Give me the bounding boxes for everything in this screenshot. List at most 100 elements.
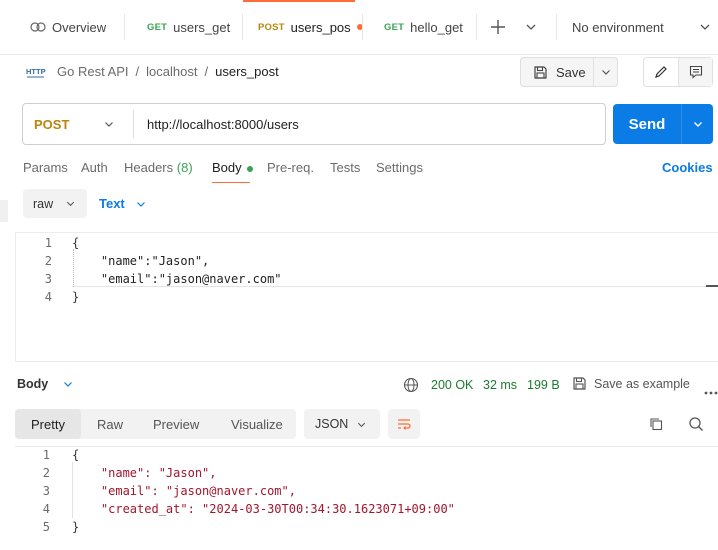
tabs-overflow-button[interactable]: [524, 20, 538, 34]
breadcrumb-request-name[interactable]: users_post: [215, 64, 279, 79]
json-line: "created_at": "2024-03-30T00:34:30.16230…: [72, 502, 455, 516]
response-section-toggle[interactable]: Body: [17, 377, 74, 391]
search-icon: [689, 417, 703, 431]
send-options-button[interactable]: [682, 104, 713, 144]
line-number: 4: [44, 290, 52, 304]
save-as-example-button[interactable]: Save as example: [572, 376, 690, 391]
send-button[interactable]: Send: [613, 104, 681, 144]
tab-divider: [124, 14, 125, 40]
wrap-lines-icon: [398, 419, 411, 430]
tab-headers-label: Headers: [124, 160, 174, 175]
new-tab-button[interactable]: [488, 17, 508, 37]
response-status[interactable]: 200 OK: [431, 378, 473, 392]
overview-icon: [30, 22, 46, 32]
comment-icon: [689, 65, 702, 79]
environment-selector[interactable]: No environment: [572, 14, 718, 40]
tab-settings[interactable]: Settings: [376, 160, 423, 175]
method-badge: GET: [384, 21, 405, 33]
tab-params[interactable]: Params: [23, 160, 68, 175]
code-line: "email":"jason@naver.com": [72, 272, 282, 286]
headers-count-badge: (8): [176, 160, 193, 175]
plus-icon: [491, 20, 505, 34]
line-number: 1: [42, 448, 50, 462]
tab-label: hello_get: [410, 19, 463, 35]
request-body-editor[interactable]: [15, 232, 718, 362]
code-line: }: [72, 290, 80, 304]
tab-users-get[interactable]: GET users_get: [147, 14, 230, 40]
method-value: POST: [34, 116, 70, 132]
wrap-lines-button[interactable]: [388, 409, 420, 439]
send-button-group: Send: [613, 104, 713, 144]
method-badge: GET: [147, 21, 168, 33]
chevron-down-icon: [601, 70, 610, 75]
save-button[interactable]: Save: [521, 58, 593, 86]
active-line-highlight: [72, 286, 718, 287]
tab-divider: [556, 14, 557, 40]
active-tab-indicator: [243, 0, 355, 2]
response-format-select[interactable]: JSON: [304, 409, 380, 439]
method-badge: POST: [258, 21, 285, 33]
line-number: 3: [42, 484, 50, 498]
body-mode-value: raw: [33, 196, 54, 211]
tab-divider: [362, 14, 363, 40]
copy-icon: [650, 418, 663, 431]
line-number: 3: [44, 272, 52, 286]
edit-button[interactable]: [644, 58, 678, 86]
search-button[interactable]: [688, 416, 704, 432]
response-time[interactable]: 32 ms: [483, 378, 517, 392]
tab-label: users_get: [173, 19, 231, 35]
tab-auth[interactable]: Auth: [81, 160, 108, 175]
breadcrumb-collection[interactable]: Go Rest API: [57, 64, 129, 79]
response-body-viewer[interactable]: [15, 446, 718, 550]
request-tab-bar: Overview GET users_get POST users_pos GE…: [0, 0, 718, 54]
tab-overview[interactable]: Overview: [30, 14, 106, 40]
breadcrumb-separator: /: [204, 64, 209, 79]
chevron-down-icon: [357, 422, 366, 427]
chevron-down-icon: [700, 24, 710, 30]
tab-users-post[interactable]: POST users_pos: [258, 14, 363, 40]
http-badge-text: HTTP: [26, 67, 46, 76]
url-input[interactable]: http://localhost:8000/users: [147, 104, 299, 144]
chevron-down-icon: [105, 122, 113, 127]
tab-body[interactable]: Body: [212, 160, 254, 175]
view-tab-preview[interactable]: Preview: [153, 409, 199, 439]
tab-label: users_pos: [290, 19, 351, 35]
save-options-button[interactable]: [594, 66, 617, 78]
environment-label: No environment: [572, 19, 664, 35]
cookies-link[interactable]: Cookies: [662, 160, 713, 175]
tab-headers[interactable]: Headers (8): [124, 160, 193, 175]
body-mode-select[interactable]: raw: [23, 189, 87, 218]
tab-tests[interactable]: Tests: [330, 160, 360, 175]
response-size[interactable]: 199 B: [527, 378, 560, 392]
line-number: 5: [42, 520, 50, 534]
code-line: {: [72, 236, 80, 250]
json-line: "name": "Jason",: [72, 466, 217, 480]
tab-divider: [476, 14, 477, 40]
response-section-label: Body: [17, 377, 49, 391]
chevron-down-icon: [693, 122, 702, 127]
network-globe-icon[interactable]: [403, 377, 419, 393]
save-label: Save: [556, 64, 586, 80]
chevron-down-icon: [526, 24, 536, 30]
line-number: 2: [42, 466, 50, 480]
more-options-icon[interactable]: [704, 383, 718, 395]
body-type-select[interactable]: Text: [99, 189, 147, 218]
json-line: }: [72, 520, 80, 534]
tab-prereq[interactable]: Pre-req.: [267, 160, 314, 175]
comments-button[interactable]: [679, 58, 712, 86]
breadcrumb-folder[interactable]: localhost: [146, 64, 197, 79]
body-type-value: Text: [99, 196, 125, 211]
pencil-icon: [655, 66, 667, 78]
view-tab-visualize[interactable]: Visualize: [231, 409, 283, 439]
line-number: 4: [42, 502, 50, 516]
copy-button[interactable]: [648, 416, 664, 432]
method-select[interactable]: POST: [23, 104, 133, 144]
line-number: 1: [44, 236, 52, 250]
sidebar-collapsed-strip: [0, 200, 8, 222]
tab-hello-get[interactable]: GET hello_get: [384, 14, 463, 40]
view-tab-raw[interactable]: Raw: [97, 409, 123, 439]
divider: [133, 110, 134, 138]
view-tab-pretty[interactable]: Pretty: [31, 409, 65, 439]
code-line: "name":"Jason",: [72, 254, 210, 268]
tab-label: Overview: [52, 19, 107, 35]
